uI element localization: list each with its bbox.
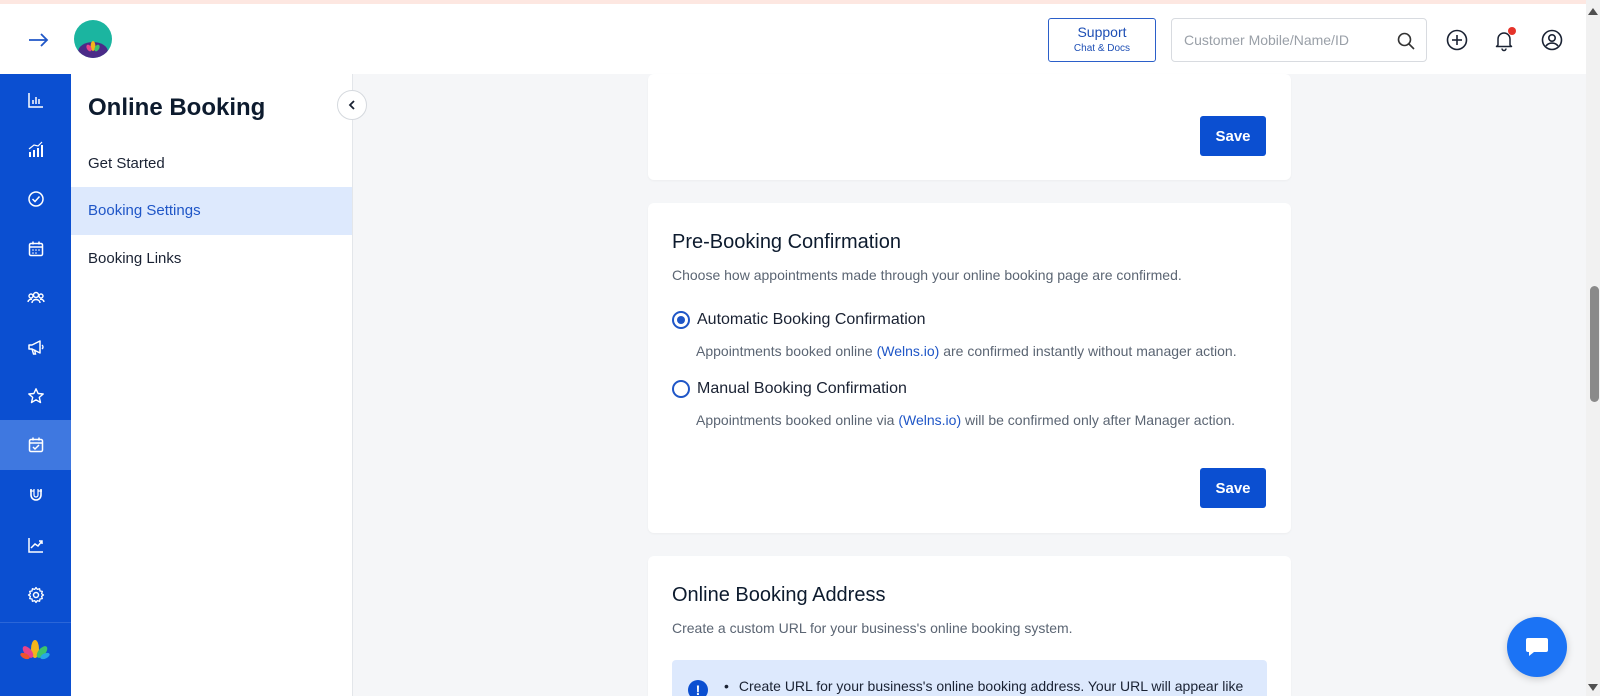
card-description: Create a custom URL for your business's …: [672, 620, 1073, 636]
customer-search-box: [1171, 18, 1427, 62]
user-circle-icon: [1541, 29, 1563, 51]
plus-circle-icon: [1446, 29, 1468, 51]
support-title: Support: [1077, 24, 1127, 40]
scroll-up-arrow[interactable]: [1588, 8, 1598, 15]
nav-reviews[interactable]: [0, 371, 71, 421]
expand-sidebar-button[interactable]: [26, 30, 52, 50]
trend-chart-icon: [27, 538, 43, 553]
settings-card-previous: Save: [648, 74, 1291, 180]
online-booking-address-card: Online Booking Address Create a custom U…: [648, 556, 1291, 696]
sidebar-item-booking-links[interactable]: Booking Links: [71, 235, 352, 283]
sidebar-item-label: Get Started: [88, 155, 165, 172]
chat-button[interactable]: [1507, 617, 1567, 677]
nav-analytics[interactable]: [0, 125, 71, 175]
people-icon: [26, 291, 45, 304]
help-text-after: will be confirmed only after Manager act…: [961, 412, 1236, 428]
rail-divider: [0, 622, 71, 623]
pre-booking-confirmation-card: Pre-Booking Confirmation Choose how appo…: [648, 203, 1291, 533]
chevron-left-icon: [348, 100, 355, 110]
nav-tasks[interactable]: [0, 174, 71, 224]
support-button[interactable]: Support Chat & Docs: [1048, 18, 1156, 62]
manual-confirmation-option[interactable]: Manual Booking Confirmation: [672, 380, 907, 398]
nav-leads[interactable]: [0, 470, 71, 520]
notification-badge: [1508, 27, 1516, 35]
lotus-logo-icon[interactable]: [20, 639, 50, 661]
bar-chart-icon: [27, 93, 43, 108]
magnet-icon: [29, 489, 42, 501]
card-title: Pre-Booking Confirmation: [672, 231, 901, 253]
help-text-before: Appointments booked online via: [696, 412, 899, 428]
scrollbar-thumb[interactable]: [1590, 286, 1599, 402]
save-button[interactable]: Save: [1200, 116, 1266, 156]
expand-arrow-icon: [29, 33, 49, 47]
sidebar-item-booking-settings[interactable]: Booking Settings: [71, 187, 352, 235]
collapse-sidebar-button[interactable]: [337, 90, 367, 120]
nav-calendar[interactable]: [0, 224, 71, 274]
chat-bubble-icon: [1526, 638, 1548, 656]
option-help-text: Appointments booked online via (Welns.io…: [696, 412, 1235, 428]
nav-dashboard[interactable]: [0, 75, 71, 125]
star-icon: [27, 388, 44, 404]
calendar-check-icon: [28, 437, 43, 453]
online-booking-sidebar: Online Booking Get Started Booking Setti…: [71, 74, 353, 696]
info-icon: !: [688, 680, 708, 696]
main-nav-rail: [0, 74, 71, 696]
analytics-icon: [28, 141, 43, 157]
save-button[interactable]: Save: [1200, 468, 1266, 508]
search-icon[interactable]: [1396, 31, 1416, 51]
brand-logo[interactable]: [74, 20, 112, 58]
info-box: ! Create URL for your business's online …: [672, 660, 1267, 696]
sidebar-title: Online Booking: [88, 94, 266, 121]
top-bar: Support Chat & Docs: [0, 4, 1586, 74]
manual-confirmation-radio[interactable]: [672, 380, 690, 398]
nav-settings[interactable]: [0, 570, 71, 620]
profile-button[interactable]: [1540, 28, 1564, 52]
check-circle-icon: [27, 191, 44, 207]
customer-search-input[interactable]: [1172, 19, 1382, 61]
scroll-down-arrow[interactable]: [1588, 684, 1598, 691]
option-label: Manual Booking Confirmation: [697, 380, 907, 397]
nav-online-booking[interactable]: [0, 420, 71, 470]
sidebar-item-label: Booking Links: [88, 250, 182, 267]
automatic-confirmation-radio[interactable]: [672, 311, 690, 329]
megaphone-icon: [27, 340, 44, 355]
nav-reports[interactable]: [0, 520, 71, 570]
automatic-confirmation-option[interactable]: Automatic Booking Confirmation: [672, 311, 926, 329]
calendar-icon: [28, 241, 43, 257]
help-text-after: are confirmed instantly without manager …: [939, 343, 1237, 359]
info-text: Create URL for your business's online bo…: [724, 678, 1243, 694]
sidebar-item-label: Booking Settings: [88, 202, 201, 219]
help-text-before: Appointments booked online: [696, 343, 877, 359]
nav-marketing[interactable]: [0, 322, 71, 372]
welns-link[interactable]: (Welns.io): [877, 343, 940, 359]
lotus-icon: [86, 41, 100, 52]
option-help-text: Appointments booked online (Welns.io) ar…: [696, 343, 1237, 359]
add-button[interactable]: [1445, 28, 1469, 52]
notifications-button[interactable]: [1492, 27, 1516, 52]
gear-icon: [27, 586, 44, 604]
nav-customers[interactable]: [0, 273, 71, 323]
card-title: Online Booking Address: [672, 584, 886, 606]
sidebar-item-get-started[interactable]: Get Started: [71, 140, 352, 188]
welns-link[interactable]: (Welns.io): [898, 412, 961, 428]
support-subtitle: Chat & Docs: [1073, 43, 1131, 54]
card-description: Choose how appointments made through you…: [672, 267, 1182, 283]
option-label: Automatic Booking Confirmation: [697, 311, 926, 328]
